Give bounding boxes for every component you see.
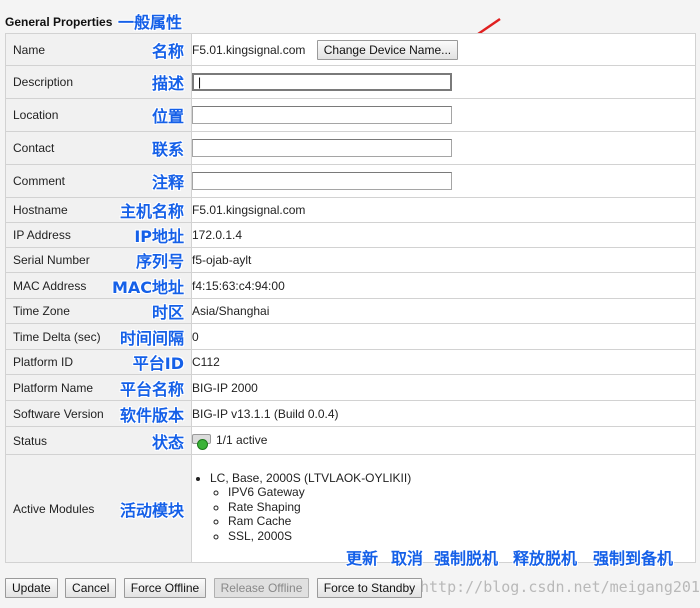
description-label: Description <box>13 75 74 89</box>
row-label: Time Zone <box>13 304 70 318</box>
input-row: Location 位置 <box>5 98 696 132</box>
table-row: Time Zone 时区 Asia/Shanghai <box>5 298 696 324</box>
row-value: F5.01.kingsignal.com <box>191 197 696 223</box>
update-label-cn: 更新 <box>346 549 379 568</box>
release-offline-label-cn: 释放脱机 <box>513 549 578 568</box>
force-standby-button[interactable]: Force to Standby <box>316 578 423 598</box>
force-offline-label-cn: 强制脱机 <box>434 549 499 568</box>
location-label-cn: 位置 <box>151 107 184 126</box>
status-row: Status 状态 1/1 active <box>5 426 696 455</box>
comment-label: Comment <box>13 174 66 188</box>
table-row: IP Address IP地址 172.0.1.4 <box>5 222 696 248</box>
name-row: Name 名称 F5.01.kingsignal.com Change Devi… <box>5 33 696 66</box>
release-offline-button[interactable]: Release Offline <box>213 578 310 598</box>
contact-label: Contact <box>13 141 55 155</box>
modules-label-cn: 活动模块 <box>119 500 184 520</box>
input-row: Contact 联系 <box>5 131 696 165</box>
modules-list: LC, Base, 2000S (LTVLAOK-OYLIKII) IPV6 G… <box>192 471 695 543</box>
table-row: MAC Address MAC地址 f4:15:63:c4:94:00 <box>5 272 696 299</box>
list-item: SSL, 2000S <box>228 529 695 544</box>
row-label: Time Delta (sec) <box>13 329 101 344</box>
name-value: F5.01.kingsignal.com <box>192 42 306 57</box>
name-label-cn: 名称 <box>151 41 184 61</box>
row-value: f5-ojab-aylt <box>191 247 696 273</box>
table-row: Hostname 主机名称 F5.01.kingsignal.com <box>5 197 696 223</box>
row-label-cn: 平台ID <box>132 354 184 373</box>
row-value: 0 <box>191 323 696 350</box>
row-label-cn: 时区 <box>151 303 184 322</box>
row-label: Platform ID <box>13 355 74 369</box>
row-label: Hostname <box>13 203 68 217</box>
row-label: IP Address <box>13 228 71 242</box>
cancel-button[interactable]: Cancel <box>65 578 117 598</box>
section-title-cn: 一般属性 <box>118 13 183 32</box>
row-label-cn: 平台名称 <box>119 379 184 399</box>
sub-modules-list: IPV6 Gateway Rate Shaping Ram Cache SSL,… <box>210 485 695 543</box>
table-row: Time Delta (sec) 时间间隔 0 <box>5 323 696 350</box>
input-row: Comment 注释 <box>5 164 696 198</box>
list-item: Rate Shaping <box>228 500 695 515</box>
row-label-cn: IP地址 <box>134 227 184 246</box>
input-row: Description 描述 <box>5 65 696 99</box>
green-status-icon <box>192 433 211 450</box>
list-item: IPV6 Gateway <box>228 485 695 500</box>
section-title: General Properties <box>5 15 113 29</box>
action-bar: Update Cancel Force Offline Release Offl… <box>5 578 426 598</box>
location-label: Location <box>13 108 59 122</box>
table-row: Platform ID 平台ID C112 <box>5 349 696 375</box>
row-label-cn: 主机名称 <box>119 202 184 221</box>
force-standby-label-cn: 强制到备机 <box>593 549 674 568</box>
comment-label-cn: 注释 <box>151 173 184 192</box>
watermark: http://blog.csdn.net/meigang2012 <box>420 578 700 596</box>
modules-label: Active Modules <box>13 501 95 516</box>
description-label-cn: 描述 <box>151 74 184 93</box>
status-label-cn: 状态 <box>151 432 184 452</box>
status-label: Status <box>13 433 48 448</box>
row-value: f4:15:63:c4:94:00 <box>191 272 696 299</box>
row-value: BIG-IP v13.1.1 (Build 0.0.4) <box>191 400 696 427</box>
table-row: Serial Number 序列号 f5-ojab-aylt <box>5 247 696 273</box>
location-field[interactable] <box>192 106 452 124</box>
contact-label-cn: 联系 <box>151 140 184 159</box>
row-label: Software Version <box>13 406 104 421</box>
update-button[interactable]: Update <box>5 578 58 598</box>
cancel-label-cn: 取消 <box>391 549 424 568</box>
row-label-cn: 时间间隔 <box>119 328 184 348</box>
contact-field[interactable] <box>192 139 452 157</box>
change-device-name-button[interactable]: Change Device Name... <box>316 39 459 60</box>
description-field[interactable] <box>192 73 452 91</box>
table-row: Software Version 软件版本 BIG-IP v13.1.1 (Bu… <box>5 400 696 427</box>
properties-table: Name 名称 F5.01.kingsignal.com Change Devi… <box>5 33 696 563</box>
name-label: Name <box>13 42 46 57</box>
comment-field[interactable] <box>192 172 452 190</box>
row-value: Asia/Shanghai <box>191 298 696 324</box>
row-value: BIG-IP 2000 <box>191 374 696 401</box>
list-item: Ram Cache <box>228 514 695 529</box>
row-value: C112 <box>191 349 696 375</box>
row-label: Serial Number <box>13 253 90 267</box>
row-label: MAC Address <box>13 278 87 293</box>
row-label: Platform Name <box>13 380 94 395</box>
status-value: 1/1 active <box>216 433 268 448</box>
row-value: 172.0.1.4 <box>191 222 696 248</box>
module-name: LC, Base, 2000S (LTVLAOK-OYLIKII) <box>210 471 412 485</box>
row-label-cn: 序列号 <box>135 252 184 271</box>
row-label-cn: MAC地址 <box>111 277 184 297</box>
list-item: LC, Base, 2000S (LTVLAOK-OYLIKII) IPV6 G… <box>210 471 695 543</box>
row-label-cn: 软件版本 <box>119 405 184 425</box>
force-offline-button[interactable]: Force Offline <box>123 578 207 598</box>
table-row: Platform Name 平台名称 BIG-IP 2000 <box>5 374 696 401</box>
